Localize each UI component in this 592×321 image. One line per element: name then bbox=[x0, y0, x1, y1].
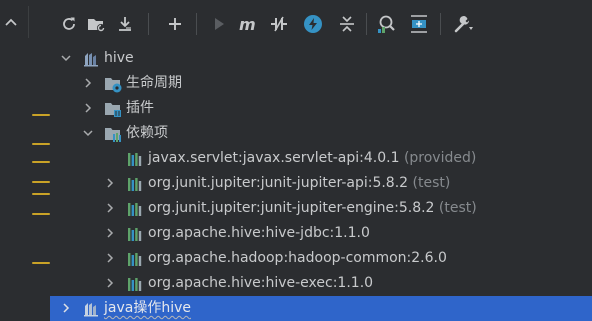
tree-node-label: org.apache.hive:hive-exec:1.1.0 bbox=[148, 275, 374, 291]
tree-node-dependency[interactable]: org.apache.hive:hive-exec:1.1.0 bbox=[52, 271, 592, 296]
tree-node-dependency[interactable]: org.junit.jupiter:junit-jupiter-api:5.8.… bbox=[52, 171, 592, 196]
tree-node-plugins[interactable]: 插件 bbox=[52, 96, 592, 121]
add-button[interactable] bbox=[164, 13, 186, 35]
scroll-marker bbox=[32, 193, 50, 195]
left-gutter bbox=[0, 0, 52, 321]
chevron-up-icon[interactable] bbox=[4, 16, 18, 30]
download-icon bbox=[119, 17, 131, 31]
reload-button[interactable] bbox=[58, 13, 80, 35]
maven-toolbar: m bbox=[52, 0, 592, 46]
show-dependencies-icon bbox=[411, 15, 427, 33]
tree-node-label: hive bbox=[104, 50, 134, 66]
chevron-down-icon[interactable] bbox=[82, 127, 94, 139]
tree-node-dependency[interactable]: javax.servlet:javax.servlet-api:4.0.1 (p… bbox=[52, 146, 592, 171]
settings-icon bbox=[454, 16, 473, 33]
chevron-right-icon[interactable] bbox=[104, 277, 116, 289]
plugins-folder-icon bbox=[105, 103, 121, 117]
chevron-right-icon[interactable] bbox=[104, 202, 116, 214]
tree-node-label: org.apache.hive:hive-jdbc:1.1.0 bbox=[148, 225, 370, 241]
toolbar-separator bbox=[196, 13, 197, 35]
run-icon bbox=[215, 18, 224, 30]
scroll-marker bbox=[32, 262, 50, 264]
tree-node-dependencies[interactable]: 依赖项 bbox=[52, 121, 592, 146]
analyze-dependencies-button[interactable] bbox=[376, 13, 398, 35]
chevron-right-icon[interactable] bbox=[82, 77, 94, 89]
svg-text:m: m bbox=[239, 15, 256, 33]
chevron-right-icon[interactable] bbox=[82, 102, 94, 114]
tree-node-label: 生命周期 bbox=[126, 75, 182, 91]
generate-sources-icon bbox=[88, 19, 105, 32]
tree-node-label: 插件 bbox=[126, 100, 154, 116]
tree-node-label: org.junit.jupiter:junit-jupiter-engine:5… bbox=[148, 199, 477, 218]
maven-module-icon bbox=[84, 303, 98, 317]
dependency-scope: (test) bbox=[412, 175, 451, 191]
tree-node-dependency[interactable]: org.apache.hive:hive-jdbc:1.1.0 bbox=[52, 221, 592, 246]
download-button[interactable] bbox=[114, 13, 136, 35]
tree-node-label: javax.servlet:javax.servlet-api:4.0.1 (p… bbox=[148, 149, 476, 168]
dependencies-folder-icon bbox=[105, 128, 121, 142]
toggle-offline-icon bbox=[271, 16, 287, 32]
maven-project-tree: hive 生命周期 插件 依赖项 javax.servlet:javax.ser… bbox=[50, 46, 592, 321]
toolbar-separator bbox=[148, 13, 149, 35]
dependency-scope: (provided) bbox=[403, 150, 477, 166]
execute-goal-icon: m bbox=[239, 15, 256, 33]
library-icon bbox=[128, 153, 142, 166]
chevron-right-icon[interactable] bbox=[104, 252, 116, 264]
maven-module-icon bbox=[84, 53, 98, 67]
execute-goal-button[interactable]: m bbox=[238, 13, 260, 35]
library-icon bbox=[128, 203, 142, 216]
tree-node-label: 依赖项 bbox=[126, 125, 168, 141]
tree-node-selected-module[interactable]: java操作hive bbox=[50, 296, 592, 321]
tree-node-label: org.junit.jupiter:junit-jupiter-api:5.8.… bbox=[148, 174, 450, 193]
library-icon bbox=[128, 178, 142, 191]
chevron-right-icon[interactable] bbox=[104, 177, 116, 189]
library-icon bbox=[128, 253, 142, 266]
toolbar-separator bbox=[366, 13, 367, 35]
tree-node-dependency[interactable]: org.apache.hadoop:hadoop-common:2.6.0 bbox=[52, 246, 592, 271]
chevron-right-icon[interactable] bbox=[104, 227, 116, 239]
dependency-coordinates: org.junit.jupiter:junit-jupiter-engine:5… bbox=[148, 200, 435, 216]
lifecycle-folder-icon bbox=[105, 78, 122, 93]
skip-tests-icon bbox=[304, 15, 322, 33]
scroll-marker bbox=[32, 143, 50, 145]
tree-node-dependency[interactable]: org.junit.jupiter:junit-jupiter-engine:5… bbox=[52, 196, 592, 221]
dependency-coordinates: org.junit.jupiter:junit-jupiter-api:5.8.… bbox=[148, 175, 409, 191]
chevron-right-icon[interactable] bbox=[60, 302, 72, 314]
chevron-down-icon[interactable] bbox=[60, 52, 72, 64]
tree-node-label: org.apache.hadoop:hadoop-common:2.6.0 bbox=[148, 250, 447, 266]
show-dependencies-button[interactable] bbox=[408, 13, 430, 35]
collapse-icon bbox=[340, 16, 354, 32]
library-icon bbox=[128, 278, 142, 291]
tree-node-lifecycle[interactable]: 生命周期 bbox=[52, 71, 592, 96]
gutter-divider bbox=[28, 6, 29, 38]
scroll-marker bbox=[32, 213, 50, 215]
dependency-scope: (test) bbox=[438, 200, 477, 216]
collapse-all-button[interactable] bbox=[336, 13, 358, 35]
generate-sources-button[interactable] bbox=[86, 13, 108, 35]
dependency-coordinates: javax.servlet:javax.servlet-api:4.0.1 bbox=[148, 150, 400, 166]
analyze-dependencies-icon bbox=[378, 15, 395, 33]
tree-node-label: java操作hive bbox=[104, 300, 191, 316]
run-button[interactable] bbox=[208, 13, 230, 35]
skip-tests-button[interactable] bbox=[302, 13, 324, 35]
settings-button[interactable] bbox=[452, 13, 474, 35]
scroll-marker bbox=[32, 181, 50, 183]
library-icon bbox=[128, 228, 142, 241]
scroll-marker bbox=[32, 114, 50, 116]
toolbar-separator bbox=[440, 13, 441, 35]
scroll-marker bbox=[32, 161, 50, 163]
reload-icon bbox=[63, 17, 75, 30]
toggle-offline-button[interactable] bbox=[268, 13, 290, 35]
tree-node-root[interactable]: hive bbox=[52, 46, 592, 71]
add-icon bbox=[169, 18, 181, 30]
